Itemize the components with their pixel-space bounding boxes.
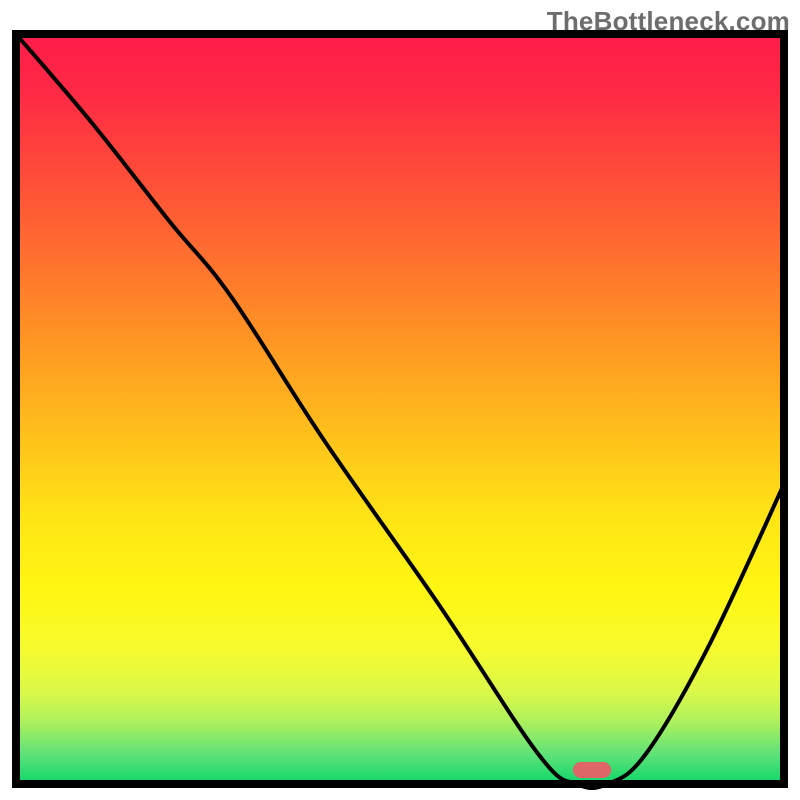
- plot-background: [16, 34, 784, 784]
- optimal-marker: [573, 762, 611, 778]
- bottleneck-chart-svg: [0, 0, 800, 800]
- chart-container: TheBottleneck.com: [0, 0, 800, 800]
